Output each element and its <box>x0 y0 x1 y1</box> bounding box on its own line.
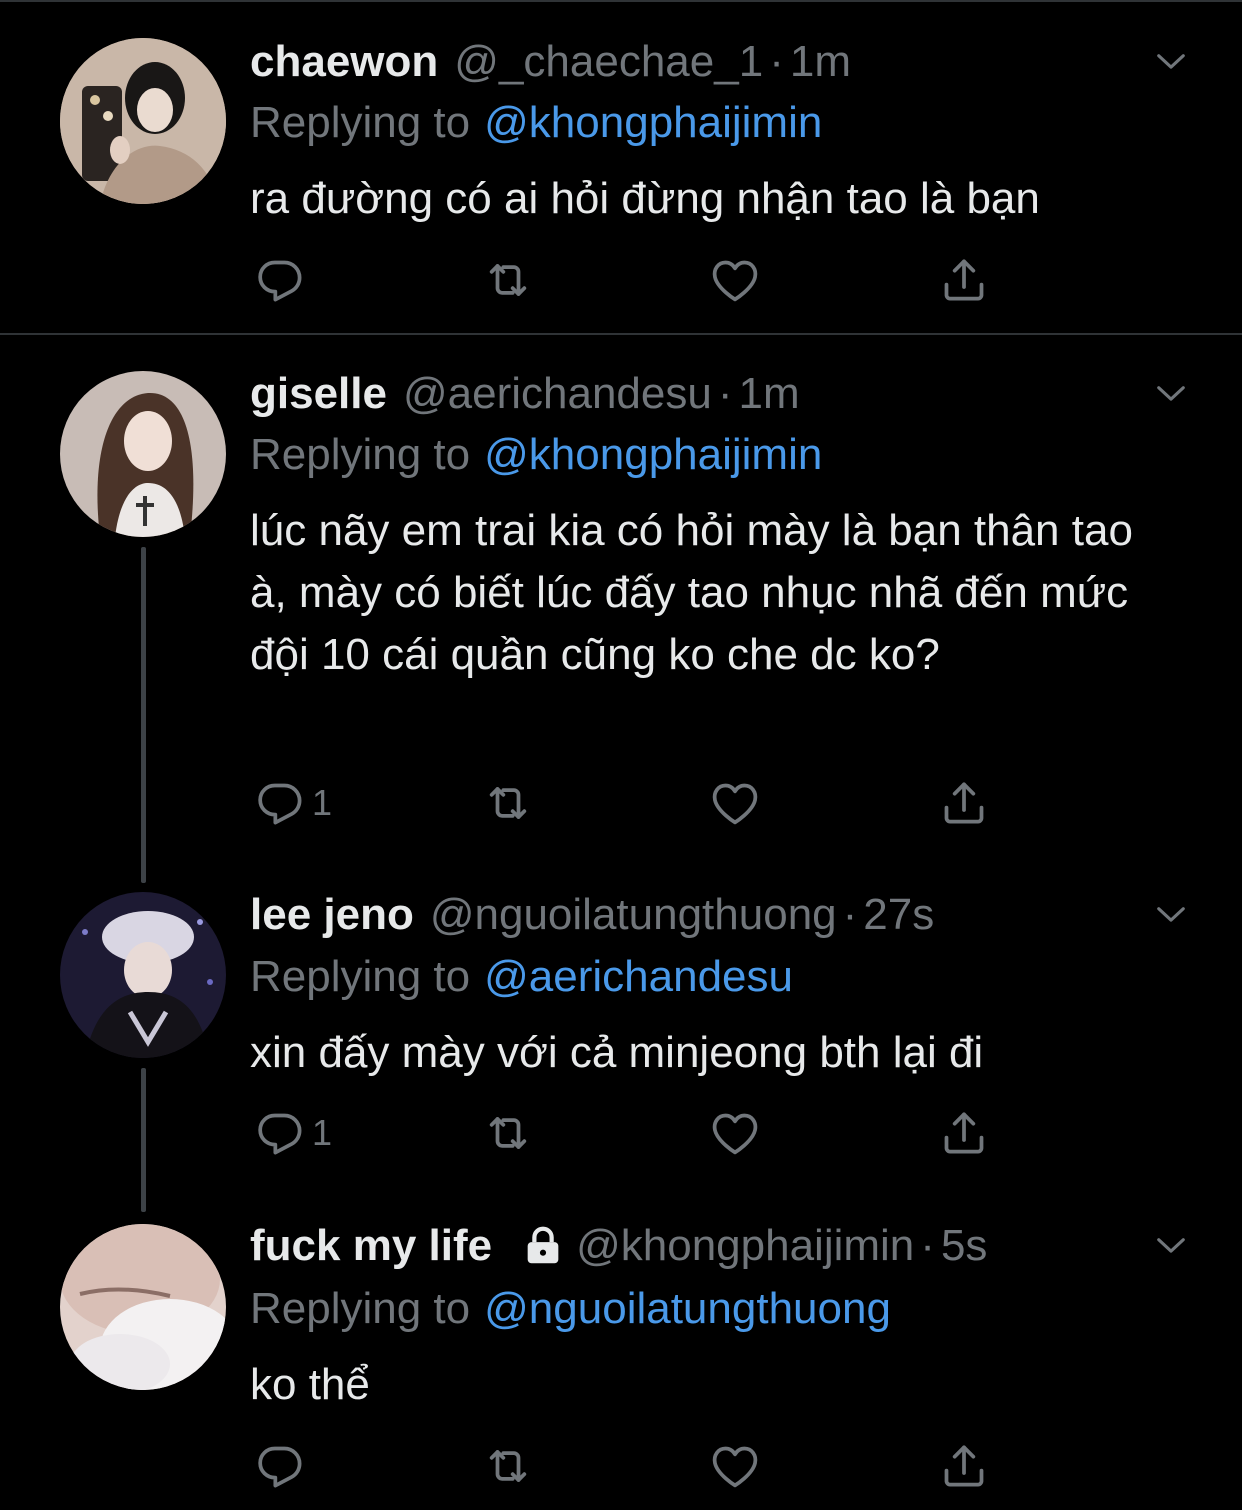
tweet-text: xin đấy mày với cả minjeong bth lại đi <box>250 1028 984 1077</box>
like-button[interactable] <box>707 1105 763 1161</box>
username[interactable]: @nguoilatungthuong <box>430 890 837 940</box>
thread-line <box>141 1068 146 1212</box>
chevron-down-icon[interactable] <box>1150 1224 1192 1266</box>
tweet-chaewon[interactable]: chaewon @_chaechae_1 · 1m Replying to @k… <box>0 0 1242 335</box>
share-button[interactable] <box>936 1438 992 1494</box>
share-icon <box>936 1438 992 1494</box>
replying-to-link[interactable]: @khongphaijimin <box>484 430 822 480</box>
replying-to: Replying to @khongphaijimin <box>250 93 822 153</box>
retweet-button[interactable] <box>480 1438 536 1494</box>
heart-icon <box>707 1105 763 1161</box>
tweet-fuck-my-life[interactable]: fuck my life @khongphaijimin · 5s Replyi… <box>0 1200 1242 1510</box>
heart-icon <box>707 775 763 831</box>
display-name[interactable]: fuck my life <box>250 1221 492 1271</box>
action-bar: 1 <box>250 775 1010 831</box>
avatar[interactable] <box>60 892 226 1058</box>
avatar[interactable] <box>60 1224 226 1390</box>
action-bar <box>250 1438 1010 1494</box>
action-bar <box>250 252 1010 308</box>
display-name[interactable]: giselle <box>250 369 387 419</box>
display-name[interactable]: chaewon <box>250 37 438 87</box>
like-button[interactable] <box>707 775 763 831</box>
retweet-button[interactable] <box>480 775 536 831</box>
like-button[interactable] <box>707 252 763 308</box>
replying-to-link[interactable]: @khongphaijimin <box>484 98 822 148</box>
share-button[interactable] <box>936 1105 992 1161</box>
tweet-text: ko thể <box>250 1360 370 1409</box>
tweet-text: lúc nãy em trai kia có hỏi mày là bạn th… <box>250 506 1133 679</box>
separator: · <box>769 37 784 86</box>
separator: · <box>842 890 858 939</box>
tweet-header: chaewon @_chaechae_1 · 1m <box>250 32 1152 92</box>
timestamp[interactable]: 1m <box>738 369 799 419</box>
reply-button[interactable] <box>252 1438 312 1494</box>
tweet-header: giselle @aerichandesu · 1m <box>250 364 1152 424</box>
retweet-icon <box>480 1438 536 1494</box>
username[interactable]: @_chaechae_1 <box>454 37 763 87</box>
retweet-icon <box>480 252 536 308</box>
lock-icon <box>527 1226 559 1264</box>
timestamp[interactable]: 27s <box>863 890 934 940</box>
replying-prefix: Replying to <box>250 98 471 147</box>
chevron-down-icon[interactable] <box>1150 893 1192 935</box>
replying-prefix: Replying to <box>250 430 471 479</box>
replying-to: Replying to @khongphaijimin <box>250 425 822 485</box>
share-button[interactable] <box>936 252 992 308</box>
reply-icon <box>252 1438 308 1494</box>
chevron-down-icon[interactable] <box>1150 40 1192 82</box>
retweet-icon <box>480 1105 536 1161</box>
avatar[interactable] <box>60 38 226 204</box>
avatar[interactable] <box>60 371 226 537</box>
replying-to: Replying to @nguoilatungthuong <box>250 1279 891 1339</box>
reply-button[interactable]: 1 <box>252 775 332 831</box>
replying-to: Replying to @aerichandesu <box>250 947 793 1007</box>
replying-prefix: Replying to <box>250 1284 471 1333</box>
timestamp[interactable]: 1m <box>790 37 851 87</box>
reply-count: 1 <box>312 1112 333 1153</box>
heart-icon <box>707 1438 763 1494</box>
thread-line <box>141 547 146 883</box>
reply-icon <box>252 775 308 831</box>
reply-button[interactable]: 1 <box>252 1105 332 1161</box>
share-button[interactable] <box>936 775 992 831</box>
retweet-button[interactable] <box>480 252 536 308</box>
retweet-button[interactable] <box>480 1105 536 1161</box>
tweet-lee-jeno[interactable]: lee jeno @nguoilatungthuong · 27s Replyi… <box>0 870 1242 1212</box>
replying-to-link[interactable]: @aerichandesu <box>484 952 793 1002</box>
tweet-header: lee jeno @nguoilatungthuong · 27s <box>250 885 1152 945</box>
username[interactable]: @khongphaijimin <box>576 1221 914 1271</box>
replying-prefix: Replying to <box>250 952 471 1001</box>
retweet-icon <box>480 775 536 831</box>
share-icon <box>936 775 992 831</box>
tweet-giselle[interactable]: giselle @aerichandesu · 1m Replying to @… <box>0 335 1242 883</box>
reply-icon <box>252 252 308 308</box>
heart-icon <box>707 252 763 308</box>
tweet-text: ra đường có ai hỏi đừng nhận tao là bạn <box>250 174 1040 223</box>
display-name[interactable]: lee jeno <box>250 890 414 940</box>
username[interactable]: @aerichandesu <box>403 369 712 419</box>
tweet-header: fuck my life @khongphaijimin · 5s <box>250 1216 1152 1276</box>
timestamp[interactable]: 5s <box>941 1221 987 1271</box>
like-button[interactable] <box>707 1438 763 1494</box>
share-icon <box>936 1105 992 1161</box>
reply-icon <box>252 1105 308 1161</box>
reply-count: 1 <box>312 782 333 823</box>
action-bar: 1 <box>250 1105 1010 1161</box>
share-icon <box>936 252 992 308</box>
replying-to-link[interactable]: @nguoilatungthuong <box>484 1284 891 1334</box>
separator: · <box>920 1221 935 1270</box>
reply-button[interactable] <box>252 252 312 308</box>
chevron-down-icon[interactable] <box>1150 372 1192 414</box>
separator: · <box>717 369 733 418</box>
